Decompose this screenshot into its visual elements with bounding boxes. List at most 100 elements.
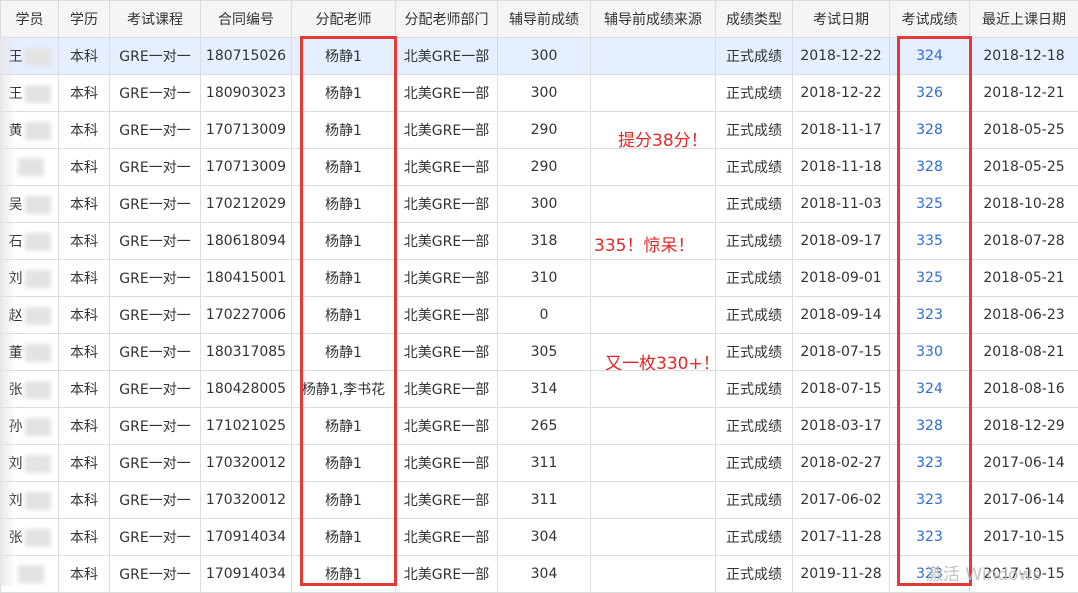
cell-pre-score: 310 bbox=[498, 260, 591, 297]
student-name-text: 孙 bbox=[9, 419, 23, 435]
table-row[interactable]: 王本科GRE一对一180715026杨静1北美GRE一部300正式成绩2018-… bbox=[1, 38, 1078, 75]
name-redaction bbox=[25, 344, 51, 362]
table-row[interactable]: 刘本科GRE一对一180415001杨静1北美GRE一部310正式成绩2018-… bbox=[1, 260, 1078, 297]
cell-last-class-date: 2018-12-29 bbox=[970, 408, 1078, 445]
cell-pre-score: 0 bbox=[498, 297, 591, 334]
name-redaction bbox=[25, 48, 51, 66]
cell-exam-date: 2018-07-15 bbox=[793, 334, 890, 371]
table-row[interactable]: 张本科GRE一对一180428005杨静1,李书花北美GRE一部314正式成绩2… bbox=[1, 371, 1078, 408]
table-row[interactable]: 赵本科GRE一对一170227006杨静1北美GRE一部0正式成绩2018-09… bbox=[1, 297, 1078, 334]
cell-contract: 180715026 bbox=[201, 38, 292, 75]
cell-department: 北美GRE一部 bbox=[396, 445, 498, 482]
cell-student: 赵 bbox=[1, 297, 59, 334]
cell-teacher: 杨静1 bbox=[292, 112, 396, 149]
name-redaction bbox=[25, 492, 51, 510]
col-header-pre-score-source[interactable]: 辅导前成绩来源 bbox=[591, 1, 716, 38]
cell-exam-score[interactable]: 323 bbox=[890, 445, 970, 482]
annotation-330-plus: 又一枚330+！ bbox=[605, 349, 720, 374]
cell-score-type: 正式成绩 bbox=[716, 334, 793, 371]
cell-exam-score[interactable]: 325 bbox=[890, 260, 970, 297]
cell-score-type: 正式成绩 bbox=[716, 260, 793, 297]
col-header-teacher[interactable]: 分配老师 bbox=[292, 1, 396, 38]
cell-course: GRE一对一 bbox=[110, 38, 201, 75]
cell-score-type: 正式成绩 bbox=[716, 223, 793, 260]
cell-exam-score[interactable]: 323 bbox=[890, 482, 970, 519]
cell-teacher: 杨静1 bbox=[292, 297, 396, 334]
cell-score-type: 正式成绩 bbox=[716, 149, 793, 186]
table-row[interactable]: 石本科GRE一对一180618094杨静1北美GRE一部318正式成绩2018-… bbox=[1, 223, 1078, 260]
cell-last-class-date: 2017-06-14 bbox=[970, 482, 1078, 519]
table-row[interactable]: 刘本科GRE一对一170320012杨静1北美GRE一部311正式成绩2018-… bbox=[1, 445, 1078, 482]
table-row[interactable]: 本科GRE一对一170713009杨静1北美GRE一部290正式成绩2018-1… bbox=[1, 149, 1078, 186]
col-header-contract[interactable]: 合同编号 bbox=[201, 1, 292, 38]
cell-contract: 170713009 bbox=[201, 149, 292, 186]
col-header-exam-score[interactable]: 考试成绩 bbox=[890, 1, 970, 38]
cell-score-type: 正式成绩 bbox=[716, 482, 793, 519]
col-header-score-type[interactable]: 成绩类型 bbox=[716, 1, 793, 38]
cell-exam-score[interactable]: 324 bbox=[890, 38, 970, 75]
table-row[interactable]: 刘本科GRE一对一170320012杨静1北美GRE一部311正式成绩2017-… bbox=[1, 482, 1078, 519]
cell-exam-score[interactable]: 328 bbox=[890, 408, 970, 445]
cell-contract: 170320012 bbox=[201, 445, 292, 482]
cell-course: GRE一对一 bbox=[110, 297, 201, 334]
cell-department: 北美GRE一部 bbox=[396, 112, 498, 149]
col-header-exam-date[interactable]: 考试日期 bbox=[793, 1, 890, 38]
cell-education: 本科 bbox=[59, 75, 110, 112]
cell-teacher: 杨静1 bbox=[292, 445, 396, 482]
cell-exam-score[interactable]: 323 bbox=[890, 519, 970, 556]
table-row[interactable]: 孙本科GRE一对一171021025杨静1北美GRE一部265正式成绩2018-… bbox=[1, 408, 1078, 445]
cell-pre-score: 300 bbox=[498, 186, 591, 223]
table-row[interactable]: 王本科GRE一对一180903023杨静1北美GRE一部300正式成绩2018-… bbox=[1, 75, 1078, 112]
col-header-student[interactable]: 学员 bbox=[1, 1, 59, 38]
cell-contract: 170914034 bbox=[201, 519, 292, 556]
col-header-pre-score[interactable]: 辅导前成绩 bbox=[498, 1, 591, 38]
table-row[interactable]: 董本科GRE一对一180317085杨静1北美GRE一部305正式成绩2018-… bbox=[1, 334, 1078, 371]
name-redaction bbox=[25, 233, 51, 251]
table-row[interactable]: 吴本科GRE一对一170212029杨静1北美GRE一部300正式成绩2018-… bbox=[1, 186, 1078, 223]
col-header-department[interactable]: 分配老师部门 bbox=[396, 1, 498, 38]
cell-exam-score[interactable]: 326 bbox=[890, 75, 970, 112]
cell-last-class-date: 2018-07-28 bbox=[970, 223, 1078, 260]
cell-exam-score[interactable]: 324 bbox=[890, 371, 970, 408]
name-redaction bbox=[25, 270, 51, 288]
table-row[interactable]: 本科GRE一对一170914034杨静1北美GRE一部304正式成绩2019-1… bbox=[1, 556, 1078, 593]
cell-contract: 170320012 bbox=[201, 482, 292, 519]
col-header-course[interactable]: 考试课程 bbox=[110, 1, 201, 38]
table-row[interactable]: 黄本科GRE一对一170713009杨静1北美GRE一部290正式成绩2018-… bbox=[1, 112, 1078, 149]
cell-pre-score-source bbox=[591, 38, 716, 75]
cell-exam-score[interactable]: 323 bbox=[890, 297, 970, 334]
col-header-education[interactable]: 学历 bbox=[59, 1, 110, 38]
cell-teacher: 杨静1 bbox=[292, 149, 396, 186]
name-redaction bbox=[25, 381, 51, 399]
cell-exam-score[interactable]: 330 bbox=[890, 334, 970, 371]
cell-exam-score[interactable]: 328 bbox=[890, 112, 970, 149]
cell-course: GRE一对一 bbox=[110, 112, 201, 149]
cell-course: GRE一对一 bbox=[110, 445, 201, 482]
cell-pre-score: 265 bbox=[498, 408, 591, 445]
table-row[interactable]: 张本科GRE一对一170914034杨静1北美GRE一部304正式成绩2017-… bbox=[1, 519, 1078, 556]
cell-score-type: 正式成绩 bbox=[716, 519, 793, 556]
cell-contract: 180618094 bbox=[201, 223, 292, 260]
cell-pre-score-source bbox=[591, 297, 716, 334]
cell-contract: 170713009 bbox=[201, 112, 292, 149]
cell-student: 张 bbox=[1, 519, 59, 556]
col-header-last-class-date[interactable]: 最近上课日期 bbox=[970, 1, 1078, 38]
cell-score-type: 正式成绩 bbox=[716, 297, 793, 334]
cell-exam-score[interactable]: 328 bbox=[890, 149, 970, 186]
cell-department: 北美GRE一部 bbox=[396, 297, 498, 334]
cell-exam-score[interactable]: 325 bbox=[890, 186, 970, 223]
cell-exam-date: 2018-09-17 bbox=[793, 223, 890, 260]
scores-table: 学员 学历 考试课程 合同编号 分配老师 分配老师部门 辅导前成绩 辅导前成绩来… bbox=[0, 0, 1078, 593]
cell-exam-date: 2018-11-17 bbox=[793, 112, 890, 149]
cell-education: 本科 bbox=[59, 260, 110, 297]
student-name-text: 石 bbox=[9, 234, 23, 250]
cell-course: GRE一对一 bbox=[110, 519, 201, 556]
name-redaction bbox=[25, 418, 51, 436]
cell-teacher: 杨静1 bbox=[292, 519, 396, 556]
cell-education: 本科 bbox=[59, 408, 110, 445]
cell-department: 北美GRE一部 bbox=[396, 519, 498, 556]
cell-pre-score-source bbox=[591, 260, 716, 297]
cell-exam-score[interactable]: 335 bbox=[890, 223, 970, 260]
cell-score-type: 正式成绩 bbox=[716, 556, 793, 593]
cell-pre-score: 300 bbox=[498, 75, 591, 112]
